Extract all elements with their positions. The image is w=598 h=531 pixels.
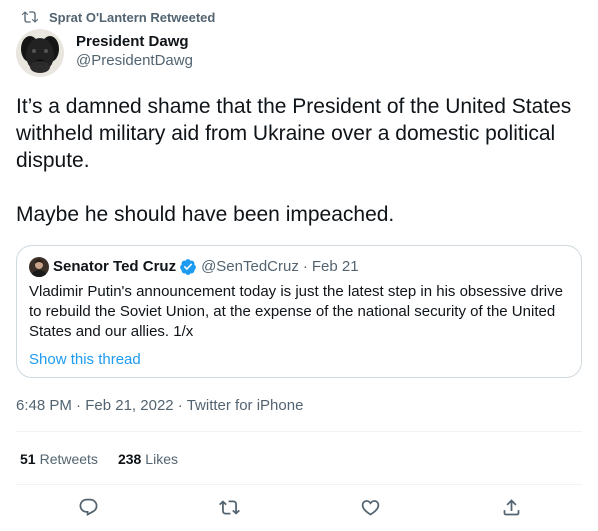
meta-separator: · — [76, 397, 82, 414]
quote-author-name: Senator Ted Cruz — [53, 258, 177, 275]
quote-author-handle: @SenTedCruz — [201, 258, 299, 275]
likes-count: 238 — [117, 451, 142, 467]
tweet-author: President Dawg @PresidentDawg — [16, 29, 193, 77]
retweet-button[interactable] — [216, 494, 242, 520]
share-button[interactable] — [498, 494, 524, 520]
likes-label: Likes — [145, 451, 178, 467]
divider — [16, 484, 582, 485]
retweet-context[interactable]: Sprat O'Lantern Retweeted — [22, 8, 215, 26]
retweets-count: 51 — [20, 451, 36, 467]
quoted-tweet[interactable]: Senator Ted Cruz @SenTedCruz · Feb 21 Vl… — [16, 245, 582, 378]
tweet-date[interactable]: Feb 21, 2022 — [85, 397, 173, 414]
verified-badge-icon — [180, 259, 196, 275]
reply-button[interactable] — [75, 494, 101, 520]
like-button[interactable] — [357, 494, 383, 520]
likes-stat[interactable]: 238 Likes — [118, 450, 178, 468]
dog-avatar-icon — [16, 29, 64, 77]
person-avatar-icon — [29, 257, 49, 277]
tweet-text: It’s a damned shame that the President o… — [16, 93, 586, 228]
retweet-context-label: Sprat O'Lantern Retweeted — [49, 9, 216, 25]
tweet-actions — [0, 494, 598, 522]
engagement-stats: 51 Retweets 238 Likes — [20, 450, 198, 468]
share-icon — [503, 498, 519, 515]
tweet-time[interactable]: 6:48 PM — [16, 397, 72, 414]
quote-author-avatar — [29, 257, 49, 277]
retweet-icon — [218, 499, 240, 515]
show-thread-link[interactable]: Show this thread — [29, 350, 569, 370]
quote-separator: · — [302, 258, 308, 275]
retweets-label: Retweets — [39, 451, 98, 467]
quote-text: Vladimir Putin's announcement today is j… — [29, 283, 563, 340]
author-handle[interactable]: @PresidentDawg — [76, 51, 193, 71]
quote-date: Feb 21 — [311, 258, 359, 275]
quote-header: Senator Ted Cruz @SenTedCruz · Feb 21 — [29, 257, 569, 277]
tweet-source[interactable]: Twitter for iPhone — [187, 397, 304, 414]
reply-icon — [79, 498, 97, 516]
heart-icon — [361, 499, 379, 516]
retweets-stat[interactable]: 51 Retweets — [20, 450, 98, 468]
retweet-icon — [22, 11, 38, 23]
tweet-paragraph: It’s a damned shame that the President o… — [16, 95, 572, 172]
meta-separator: · — [177, 397, 183, 414]
author-name[interactable]: President Dawg — [76, 33, 193, 51]
tweet-paragraph: Maybe he should have been impeached. — [16, 203, 395, 226]
author-avatar[interactable] — [16, 29, 64, 77]
tweet-timestamp: 6:48 PM · Feb 21, 2022 · Twitter for iPh… — [16, 396, 303, 416]
divider — [16, 431, 582, 432]
